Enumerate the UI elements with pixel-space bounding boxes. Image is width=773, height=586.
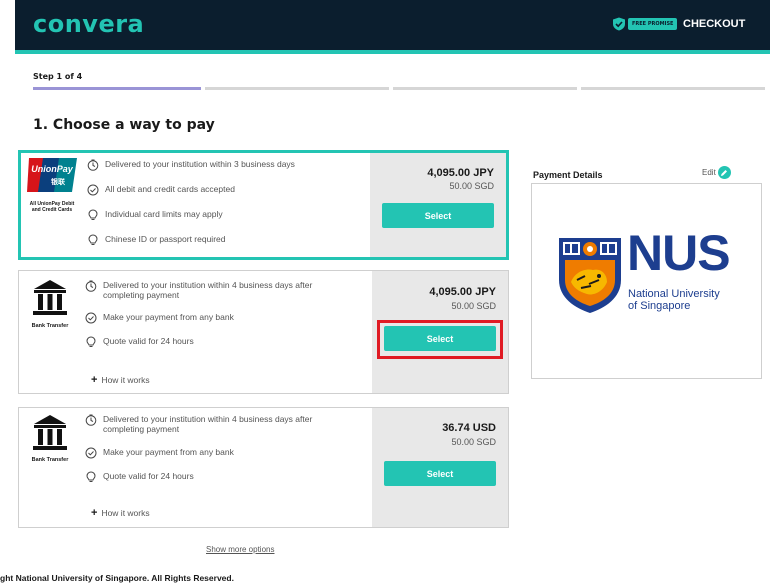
payment-option-unionpay[interactable]: UnionPay 银联 All UnionPay Debit and Credi… <box>18 150 509 260</box>
bank-transfer-caption: Bank Transfer <box>31 457 69 463</box>
progress-step-3 <box>393 87 577 90</box>
price-sgd: 50.00 SGD <box>451 437 496 447</box>
how-it-works-label: How it works <box>101 508 150 518</box>
unionpay-logo-cn: 银联 <box>51 177 66 186</box>
unionpay-logo-text: UnionPay <box>31 164 74 174</box>
feature-delivery: Delivered to your institution within 4 b… <box>85 414 353 434</box>
clock-icon <box>85 280 97 292</box>
edit-label: Edit <box>702 168 716 177</box>
bank-transfer-caption: Bank Transfer <box>31 323 69 329</box>
feature-quote-valid: Quote valid for 24 hours <box>85 471 194 483</box>
feature-quote-valid: Quote valid for 24 hours <box>85 336 194 348</box>
clock-icon <box>85 414 97 426</box>
bank-icon <box>33 280 67 315</box>
copyright-footer: ght National University of Singapore. Al… <box>0 573 234 583</box>
price-amount: 4,095.00 JPY <box>427 167 494 179</box>
free-promise-badge: FREE PROMISE <box>612 17 678 31</box>
select-unionpay-button[interactable]: Select <box>382 203 494 228</box>
feature-any-bank: Make your payment from any bank <box>85 447 234 459</box>
feature-text: Quote valid for 24 hours <box>103 471 194 481</box>
price-panel: 4,095.00 JPY 50.00 SGD Select <box>370 153 506 257</box>
feature-cards-accepted: All debit and credit cards accepted <box>87 184 235 196</box>
feature-delivery: Delivered to your institution within 3 b… <box>87 159 295 171</box>
feature-text: Delivered to your institution within 3 b… <box>105 159 295 169</box>
plus-icon: + <box>91 507 98 519</box>
lightbulb-icon <box>88 209 98 220</box>
checkout-label: CHECKOUT <box>683 18 746 30</box>
check-circle-icon <box>85 447 97 459</box>
feature-text: Quote valid for 24 hours <box>103 336 194 346</box>
convera-logo[interactable]: convera <box>33 10 144 38</box>
feature-any-bank: Make your payment from any bank <box>85 312 234 324</box>
step-indicator: Step 1 of 4 <box>33 72 83 81</box>
price-amount: 4,095.00 JPY <box>429 286 496 298</box>
lightbulb-icon <box>88 234 98 245</box>
clock-icon <box>87 159 99 171</box>
progress-step-4 <box>581 87 765 90</box>
edit-payment-details-button[interactable]: Edit <box>702 166 731 179</box>
feature-card-limits: Individual card limits may apply <box>87 209 223 221</box>
show-more-options-link[interactable]: Show more options <box>206 545 274 554</box>
progress-step-2 <box>205 87 389 90</box>
page-title: 1. Choose a way to pay <box>33 117 215 133</box>
price-sgd: 50.00 SGD <box>449 181 494 191</box>
plus-icon: + <box>91 374 98 386</box>
payment-details-title: Payment Details <box>533 170 603 180</box>
nus-logo-line-1: National University <box>628 288 720 300</box>
how-it-works-label: How it works <box>101 375 150 385</box>
feature-text: Delivered to your institution within 4 b… <box>103 280 313 300</box>
feature-text: Individual card limits may apply <box>105 209 223 219</box>
free-promise-label: FREE PROMISE <box>628 18 678 30</box>
select-bank-transfer-usd-button[interactable]: Select <box>384 461 496 486</box>
how-it-works-link[interactable]: + How it works <box>91 507 150 519</box>
lightbulb-icon <box>86 336 96 347</box>
header-accent-line <box>15 50 770 54</box>
check-circle-icon <box>87 184 99 196</box>
unionpay-logo: UnionPay 银联 All UnionPay Debit and Credi… <box>25 157 79 213</box>
feature-text: All debit and credit cards accepted <box>105 184 235 194</box>
check-circle-icon <box>85 312 97 324</box>
nus-crest-icon <box>559 238 621 313</box>
unionpay-card-icon: UnionPay 银联 <box>27 158 77 192</box>
highlight-box <box>377 320 503 359</box>
how-it-works-link[interactable]: + How it works <box>91 374 150 386</box>
feature-text: Chinese ID or passport required <box>105 234 226 244</box>
nus-logo-line-2: of Singapore <box>628 300 691 312</box>
shield-check-icon <box>613 17 625 31</box>
feature-text: Delivered to your institution within 4 b… <box>103 414 313 434</box>
price-amount: 36.74 USD <box>442 422 496 434</box>
pencil-icon <box>717 166 731 179</box>
feature-text: Make your payment from any bank <box>103 312 234 322</box>
price-panel: 36.74 USD 50.00 SGD Select <box>372 408 508 527</box>
lightbulb-icon <box>86 471 96 482</box>
price-sgd: 50.00 SGD <box>451 301 496 311</box>
feature-id-required: Chinese ID or passport required <box>87 234 225 246</box>
bank-icon <box>33 415 67 450</box>
progress-step-1 <box>33 87 201 90</box>
feature-text: Make your payment from any bank <box>103 447 234 457</box>
unionpay-caption: All UnionPay Debit and Credit Cards <box>29 201 75 213</box>
feature-delivery: Delivered to your institution within 4 b… <box>85 280 353 300</box>
payment-option-bank-transfer-usd[interactable]: Bank Transfer Delivered to your institut… <box>18 407 509 528</box>
nus-logo-text: NUS <box>627 225 731 281</box>
